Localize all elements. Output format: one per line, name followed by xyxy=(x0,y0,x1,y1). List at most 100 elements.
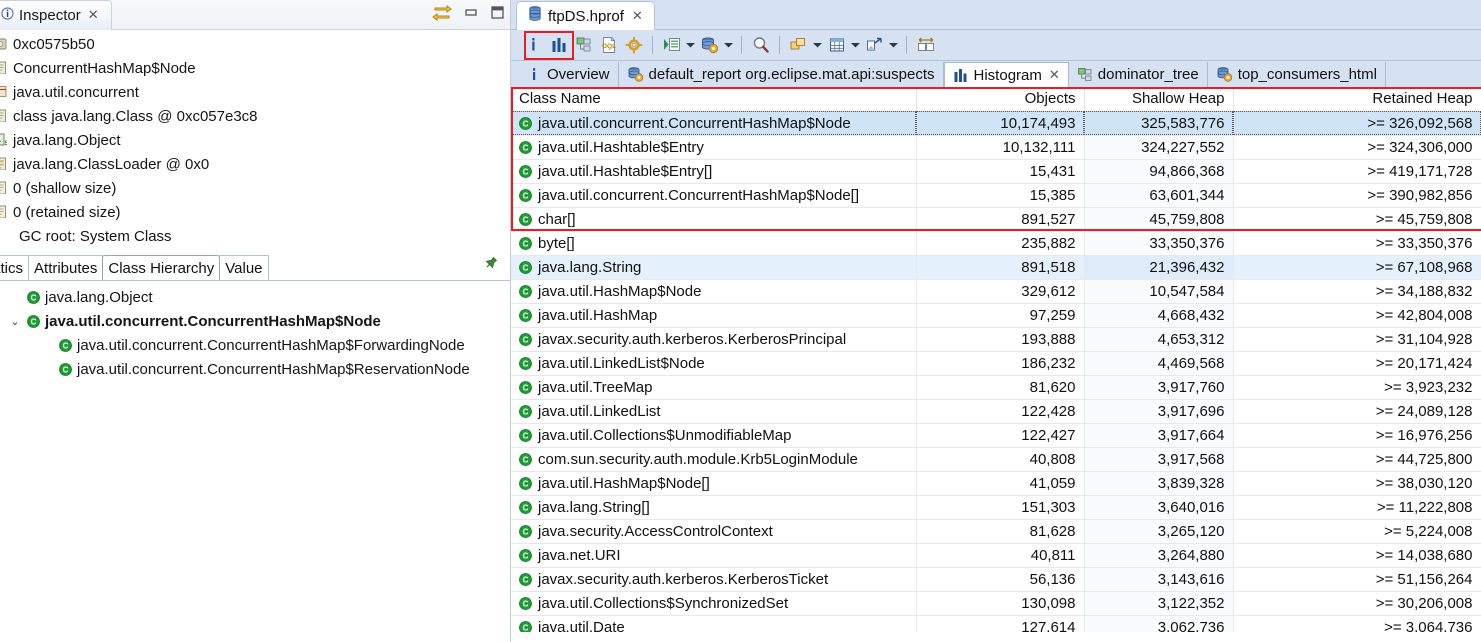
inspector-field-row[interactable]: java.util.concurrent xyxy=(0,80,510,104)
table-row[interactable]: Cjavax.security.auth.kerberos.KerberosTi… xyxy=(511,567,1481,592)
histogram-icon[interactable] xyxy=(546,33,571,58)
class-name-label: java.util.Hashtable$Entry xyxy=(538,138,704,156)
class-name-label: char[] xyxy=(538,210,576,228)
table-row[interactable]: Cjava.util.TreeMap 81,620 3,917,760 >= 3,92… xyxy=(511,375,1481,400)
dominator-tree-icon[interactable] xyxy=(571,33,596,58)
inspector-field-row[interactable]: 0 (shallow size) xyxy=(0,176,510,200)
compare-snapshot-icon[interactable] xyxy=(913,33,938,58)
inspector-field-row[interactable]: Sjava.lang.Object xyxy=(0,128,510,152)
inspector-field-row[interactable]: java.lang.ClassLoader @ 0x0 xyxy=(0,152,510,176)
group-by-icon[interactable] xyxy=(786,33,811,58)
inspector-bottom-tab[interactable]: Value xyxy=(219,255,269,280)
cell-class-name: Cjava.net.URI xyxy=(511,543,917,568)
cell-class-name: Cjava.util.HashMap xyxy=(511,303,917,328)
search-icon[interactable] xyxy=(748,33,773,58)
cell-class-name: Cjava.util.LinkedList xyxy=(511,399,917,424)
editor-view-tab[interactable]: default_report org.eclipse.mat.api:suspe… xyxy=(618,62,944,87)
close-icon[interactable]: ✕ xyxy=(632,10,643,23)
table-row[interactable]: Cbyte[] 235,882 33,350,376 >= 33,350,376 xyxy=(511,231,1481,256)
chevron-down-icon[interactable]: ⌄ xyxy=(8,314,22,328)
inspector-tabbar: Inspector ✕ xyxy=(0,0,510,30)
table-row[interactable]: Ccom.sun.security.auth.module.Krb5LoginM… xyxy=(511,447,1481,472)
table-row[interactable]: Cjava.util.LinkedList 122,428 3,917,696 >= … xyxy=(511,399,1481,424)
report-icon xyxy=(627,66,644,83)
cell-class-name: Cjava.util.Hashtable$Entry xyxy=(511,135,917,160)
table-row[interactable]: Cjava.lang.String 891,518 21,396,432 >= 67,… xyxy=(511,255,1481,280)
editor-view-tab[interactable]: Histogram ✕ xyxy=(943,62,1069,87)
table-row[interactable]: Cjava.util.HashMap 97,259 4,668,432 >= 42,8… xyxy=(511,303,1481,328)
editor-tab-ftpds[interactable]: ftpDS.hprof ✕ xyxy=(516,1,655,30)
reports-dropdown-arrow[interactable] xyxy=(722,33,735,58)
column-header-shallow-heap-label: Shallow Heap xyxy=(1131,90,1225,108)
run-expert-system-icon[interactable] xyxy=(621,33,646,58)
inspector-field-row[interactable]: 0xc0575b50 xyxy=(0,32,510,56)
cell-class-name: Ccom.sun.security.auth.module.Krb5LoginM… xyxy=(511,447,917,472)
table-row[interactable]: Cjava.util.HashMap$Node[] 41,059 3,839,328… xyxy=(511,471,1481,496)
info-icon xyxy=(527,66,542,83)
editor-view-tab[interactable]: top_consumers_html xyxy=(1207,62,1386,87)
cell-retained: >= 5,224,008 xyxy=(1233,519,1481,544)
minimize-icon[interactable] xyxy=(464,5,478,24)
cell-shallow: 4,469,568 xyxy=(1084,351,1234,376)
class-hierarchy-row[interactable]: Cjava.lang.Object xyxy=(0,285,510,309)
svg-text:C: C xyxy=(523,407,529,416)
calculate-dropdown-arrow[interactable] xyxy=(849,33,862,58)
table-row[interactable]: Cjava.util.Date 127,614 3,062,736 >= 3,064,… xyxy=(511,615,1481,632)
reports-icon[interactable] xyxy=(697,33,722,58)
svg-text:C: C xyxy=(523,479,529,488)
package-icon xyxy=(0,85,8,99)
inspector-field-value: java.lang.Object xyxy=(13,131,121,149)
export-dropdown-arrow[interactable] xyxy=(887,33,900,58)
inspector-bottom-tab[interactable]: tatics xyxy=(0,255,30,280)
inspector-bottom-tab[interactable]: Attributes xyxy=(28,255,104,280)
oql-icon[interactable]: OQL xyxy=(596,33,621,58)
editor-view-tab[interactable]: dominator_tree xyxy=(1068,62,1208,87)
inspector-field-row[interactable]: GC root: System Class xyxy=(0,224,510,248)
table-row[interactable]: Cjava.util.Collections$SynchronizedSet 13… xyxy=(511,591,1481,616)
calculate-retained-size-icon[interactable] xyxy=(824,33,849,58)
inspector-field-row[interactable]: 0 (retained size) xyxy=(0,200,510,224)
class-hierarchy-row[interactable]: Cjava.util.concurrent.ConcurrentHashMap$… xyxy=(0,333,510,357)
table-row[interactable]: Cjava.util.concurrent.ConcurrentHashMap$… xyxy=(511,111,1481,136)
class-icon: C xyxy=(27,314,40,328)
inspector-icon[interactable] xyxy=(521,33,546,58)
table-row[interactable]: Cjava.util.Hashtable$Entry[] 15,431 94,866… xyxy=(511,159,1481,184)
maximize-icon[interactable] xyxy=(490,5,504,24)
table-row[interactable]: Cchar[] 891,527 45,759,808 >= 45,759,808 xyxy=(511,207,1481,232)
table-row[interactable]: Cjava.util.Hashtable$Entry 10,132,111 324,… xyxy=(511,135,1481,160)
table-row[interactable]: Cjava.util.HashMap$Node 329,612 10,547,584… xyxy=(511,279,1481,304)
inspector-field-row[interactable]: class java.lang.Class @ 0xc057e3c8 xyxy=(0,104,510,128)
close-icon[interactable]: ✕ xyxy=(88,9,99,22)
table-row[interactable]: Cjava.util.LinkedList$Node 186,232 4,469,5… xyxy=(511,351,1481,376)
table-row[interactable]: Cjava.security.AccessControlContext 81,62… xyxy=(511,519,1481,544)
export-icon[interactable] xyxy=(862,33,887,58)
inspector-field-row[interactable]: ConcurrentHashMap$Node xyxy=(0,56,510,80)
editor-toolbar: OQL xyxy=(511,30,1481,61)
column-header-objects[interactable]: Objects xyxy=(916,87,1085,112)
inspector-bottom-tab[interactable]: Class Hierarchy xyxy=(102,255,221,280)
table-row[interactable]: Cjavax.security.auth.kerberos.KerberosPr… xyxy=(511,327,1481,352)
editor-view-tab[interactable]: Overview xyxy=(519,62,619,87)
class-name-label: java.util.HashMap$Node xyxy=(538,282,702,300)
size-icon xyxy=(0,181,8,195)
close-icon[interactable]: ✕ xyxy=(1049,69,1060,82)
cell-objects: 81,620 xyxy=(916,375,1085,400)
svg-text:C: C xyxy=(523,287,529,296)
queries-dropdown-arrow[interactable] xyxy=(684,33,697,58)
column-header-class-name[interactable]: Class Name xyxy=(511,87,917,112)
column-header-retained-heap[interactable]: Retained Heap xyxy=(1233,87,1481,112)
queries-icon[interactable] xyxy=(659,33,684,58)
table-row[interactable]: Cjava.lang.String[] 151,303 3,640,016 >= 11… xyxy=(511,495,1481,520)
table-row[interactable]: Cjava.util.Collections$UnmodifiableMap 12… xyxy=(511,423,1481,448)
pin-icon[interactable] xyxy=(484,256,498,275)
table-row[interactable]: Cjava.util.concurrent.ConcurrentHashMap$… xyxy=(511,183,1481,208)
link-with-editor-icon[interactable] xyxy=(432,3,452,26)
class-hierarchy-tree: Cjava.lang.Object ⌄ Cjava.util.concurrent.… xyxy=(0,281,510,381)
inspector-tab[interactable]: Inspector ✕ xyxy=(0,0,112,30)
class-name-label: java.util.LinkedList$Node xyxy=(538,354,705,372)
group-by-dropdown-arrow[interactable] xyxy=(811,33,824,58)
column-header-shallow-heap[interactable]: Shallow Heap xyxy=(1084,87,1234,112)
class-hierarchy-row[interactable]: Cjava.util.concurrent.ConcurrentHashMap$… xyxy=(0,357,510,381)
table-row[interactable]: Cjava.net.URI 40,811 3,264,880 >= 14,038,68… xyxy=(511,543,1481,568)
class-hierarchy-row[interactable]: ⌄ Cjava.util.concurrent.ConcurrentHashMap… xyxy=(0,309,510,333)
